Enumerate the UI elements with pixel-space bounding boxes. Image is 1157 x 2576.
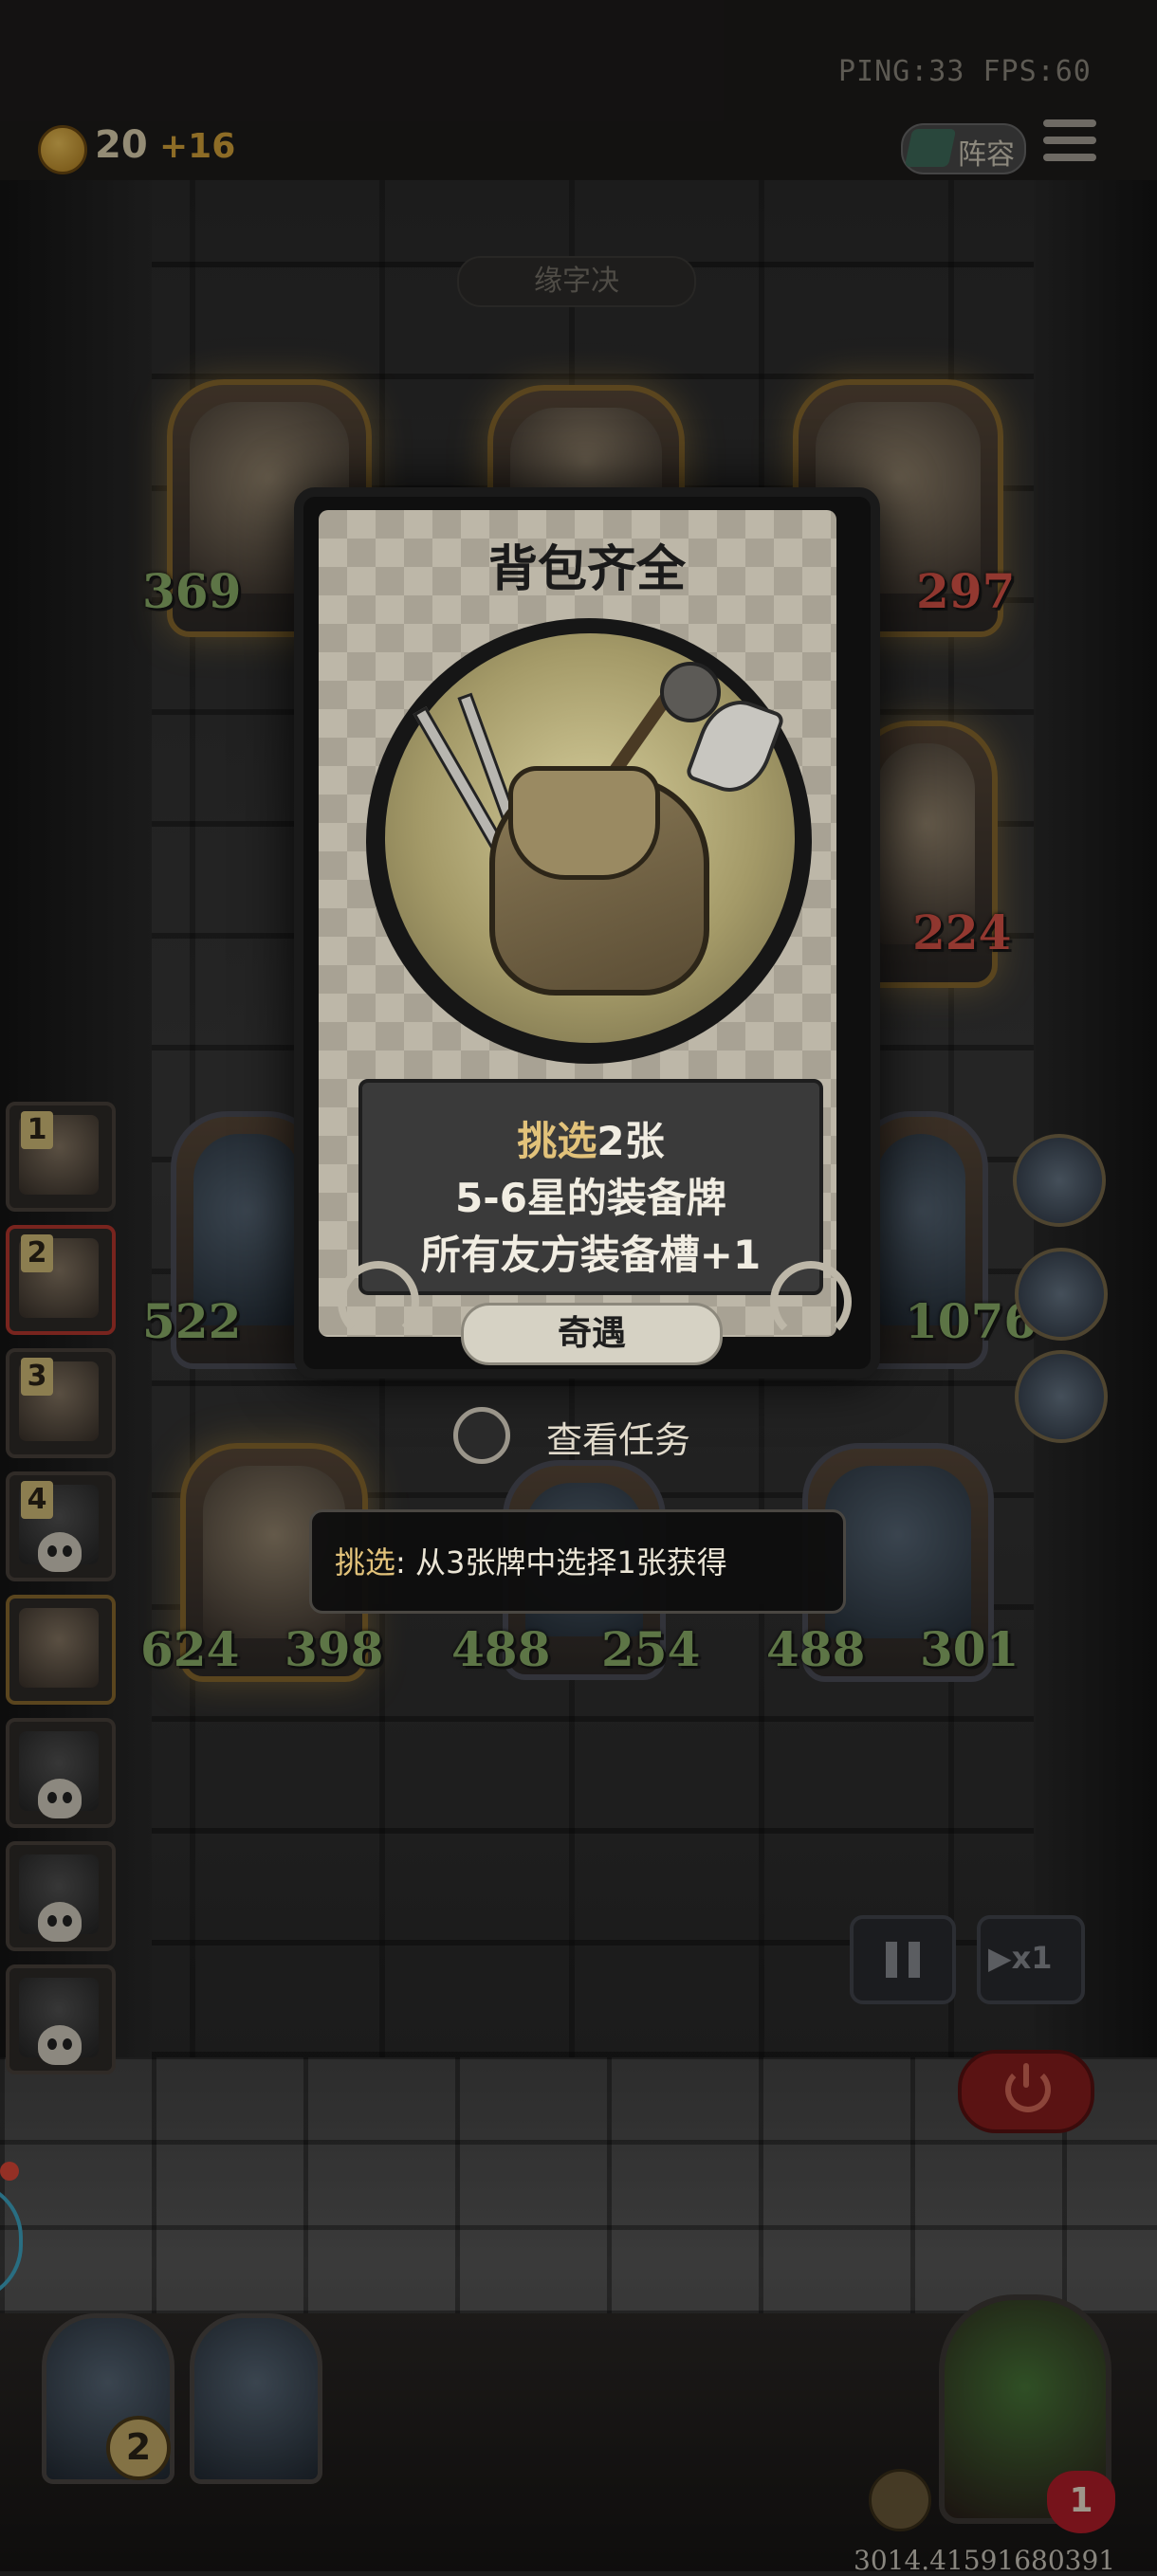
card-type-tag: 奇遇	[461, 1303, 723, 1365]
tooltip-text: 挑选: 从3张牌中选择1张获得	[335, 1544, 727, 1580]
radio-icon[interactable]	[453, 1407, 510, 1464]
desc-line-1: 挑选2张	[517, 1118, 665, 1164]
desc-line-3: 所有友方装备槽+1	[420, 1232, 762, 1278]
desc-line-2: 5-6星的装备牌	[455, 1175, 726, 1221]
swirl-ornament	[338, 1261, 419, 1343]
card-description: 挑选2张 5-6星的装备牌 所有友方装备槽+1	[358, 1079, 823, 1295]
keyword-tooltip: 挑选: 从3张牌中选择1张获得	[309, 1509, 846, 1614]
card-face: 背包齐全 挑选2张 5-6星的装备牌 所有友方装备槽+1 奇遇	[319, 510, 852, 1365]
view-task-toggle[interactable]: 查看任务	[453, 1401, 799, 1468]
event-card[interactable]: 背包齐全 挑选2张 5-6星的装备牌 所有友方装备槽+1 奇遇	[294, 487, 880, 1379]
view-task-label: 查看任务	[546, 1419, 691, 1461]
swirl-ornament	[770, 1261, 852, 1343]
card-title: 背包齐全	[487, 541, 686, 598]
